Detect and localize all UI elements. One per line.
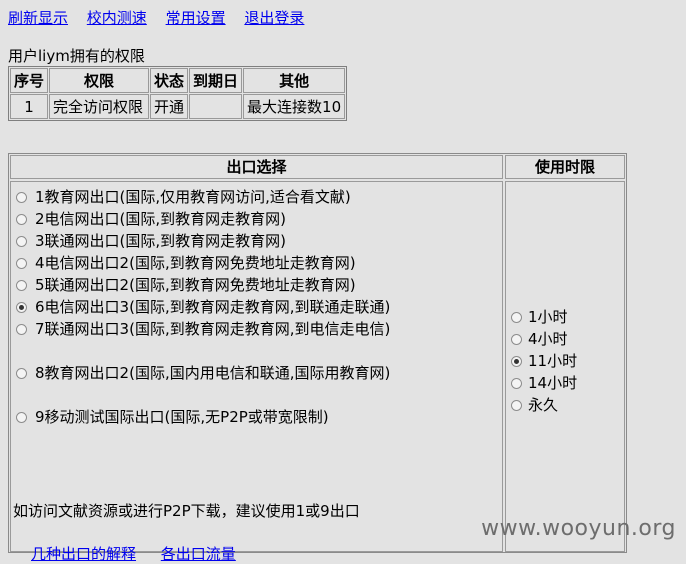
exit-selection-panel: 出口选择 使用时限 1教育网出口(国际,仅用教育网访问,适合看文献) 2电信网出口… <box>8 153 627 563</box>
exit-option-label: 6电信网出口3(国际,到教育网走教育网,到联通走联通) <box>35 298 391 316</box>
exit-option-label: 1教育网出口(国际,仅用教育网访问,适合看文献) <box>35 188 351 206</box>
time-radio[interactable] <box>511 312 522 323</box>
exit-radio[interactable] <box>16 302 27 313</box>
time-options-column: 1小时 4小时 11小时 14小时永久 <box>505 181 625 552</box>
exit-option[interactable]: 6电信网出口3(国际,到教育网走教育网,到联通走联通) <box>16 296 390 317</box>
time-radio[interactable] <box>511 378 522 389</box>
col-header: 序号 <box>10 68 49 93</box>
exit-option-label: 5联通网出口2(国际,到教育网免费地址走教育网) <box>35 276 356 294</box>
cell-permission: 完全访问权限 <box>49 94 150 119</box>
time-option-label: 永久 <box>528 396 559 414</box>
col-header: 权限 <box>49 68 150 93</box>
time-option-label: 11小时 <box>528 352 578 370</box>
exit-traffic-link[interactable]: 各出口流量 <box>161 545 236 563</box>
cell-other: 最大连接数10 <box>243 94 346 119</box>
cell-status: 开通 <box>150 94 189 119</box>
table-row: 1 完全访问权限 开通 最大连接数10 <box>10 94 346 119</box>
exit-option[interactable]: 7联通网出口3(国际,到教育网走教育网,到电信走电信) <box>16 318 390 339</box>
time-radio[interactable] <box>511 334 522 345</box>
speedtest-link[interactable]: 校内测速 <box>87 9 147 27</box>
exit-option[interactable]: 9移动测试国际出口(国际,无P2P或带宽限制) <box>16 406 329 427</box>
exit-radio[interactable] <box>16 412 27 423</box>
exit-option[interactable]: 3联通网出口(国际,到教育网走教育网) <box>16 230 286 251</box>
exit-option[interactable]: 1教育网出口(国际,仅用教育网访问,适合看文献) <box>16 186 351 207</box>
exit-radio[interactable] <box>16 324 27 335</box>
exit-radio[interactable] <box>16 280 27 291</box>
time-radio[interactable] <box>511 400 522 411</box>
exit-option[interactable]: 2电信网出口(国际,到教育网走教育网) <box>16 208 286 229</box>
exit-option[interactable]: 4电信网出口2(国际,到教育网免费地址走教育网) <box>16 252 356 273</box>
time-header: 使用时限 <box>505 155 625 179</box>
time-option[interactable]: 14小时 <box>511 372 577 393</box>
cell-expiry <box>189 94 243 119</box>
time-option[interactable]: 4小时 <box>511 328 568 349</box>
time-option[interactable]: 1小时 <box>511 306 568 327</box>
exit-radio[interactable] <box>16 368 27 379</box>
exit-radio[interactable] <box>16 236 27 247</box>
exit-header: 出口选择 <box>10 155 503 179</box>
settings-link[interactable]: 常用设置 <box>166 9 226 27</box>
watermark: www.wooyun.org <box>481 516 676 541</box>
exit-option-label: 7联通网出口3(国际,到教育网走教育网,到电信走电信) <box>35 320 391 338</box>
recommendation-note: 如访问文献资源或进行P2P下载，建议使用1或9出口 <box>13 502 360 520</box>
col-header: 到期日 <box>189 68 243 93</box>
exit-option[interactable]: 5联通网出口2(国际,到教育网免费地址走教育网) <box>16 274 356 295</box>
exit-radio[interactable] <box>16 214 27 225</box>
exit-explanation-link[interactable]: 几种出口的解释 <box>31 545 136 563</box>
exit-option-label: 4电信网出口2(国际,到教育网免费地址走教育网) <box>35 254 356 272</box>
time-option-label: 14小时 <box>528 374 578 392</box>
exit-option-label: 8教育网出口2(国际,国内用电信和联通,国际用教育网) <box>35 364 391 382</box>
permissions-table: 序号 权限 状态 到期日 其他 1 完全访问权限 开通 最大连接数10 <box>8 66 348 121</box>
time-radio[interactable] <box>511 356 522 367</box>
col-header: 状态 <box>150 68 189 93</box>
cell-index: 1 <box>10 94 49 119</box>
top-nav: 刷新显示 校内测速 常用设置 退出登录 <box>8 7 318 28</box>
exit-radio[interactable] <box>16 258 27 269</box>
time-option[interactable]: 永久 <box>511 394 558 415</box>
exit-option-label: 2电信网出口(国际,到教育网走教育网) <box>35 210 287 228</box>
table-header-row: 序号 权限 状态 到期日 其他 <box>10 68 346 93</box>
exit-option-label: 3联通网出口(国际,到教育网走教育网) <box>35 232 287 250</box>
refresh-link[interactable]: 刷新显示 <box>8 9 68 27</box>
time-option-label: 4小时 <box>528 330 568 348</box>
time-option[interactable]: 11小时 <box>511 350 577 371</box>
help-links: 几种出口的解释 各出口流量 <box>31 543 256 564</box>
exit-option[interactable]: 8教育网出口2(国际,国内用电信和联通,国际用教育网) <box>16 362 390 383</box>
exit-radio[interactable] <box>16 192 27 203</box>
time-option-label: 1小时 <box>528 308 568 326</box>
logout-link[interactable]: 退出登录 <box>244 9 304 27</box>
user-permissions-title: 用户liym拥有的权限 <box>8 47 145 65</box>
exit-options-column: 1教育网出口(国际,仅用教育网访问,适合看文献) 2电信网出口(国际,到教育网走教… <box>10 181 503 563</box>
col-header: 其他 <box>243 68 346 93</box>
exit-option-label: 9移动测试国际出口(国际,无P2P或带宽限制) <box>35 408 329 426</box>
